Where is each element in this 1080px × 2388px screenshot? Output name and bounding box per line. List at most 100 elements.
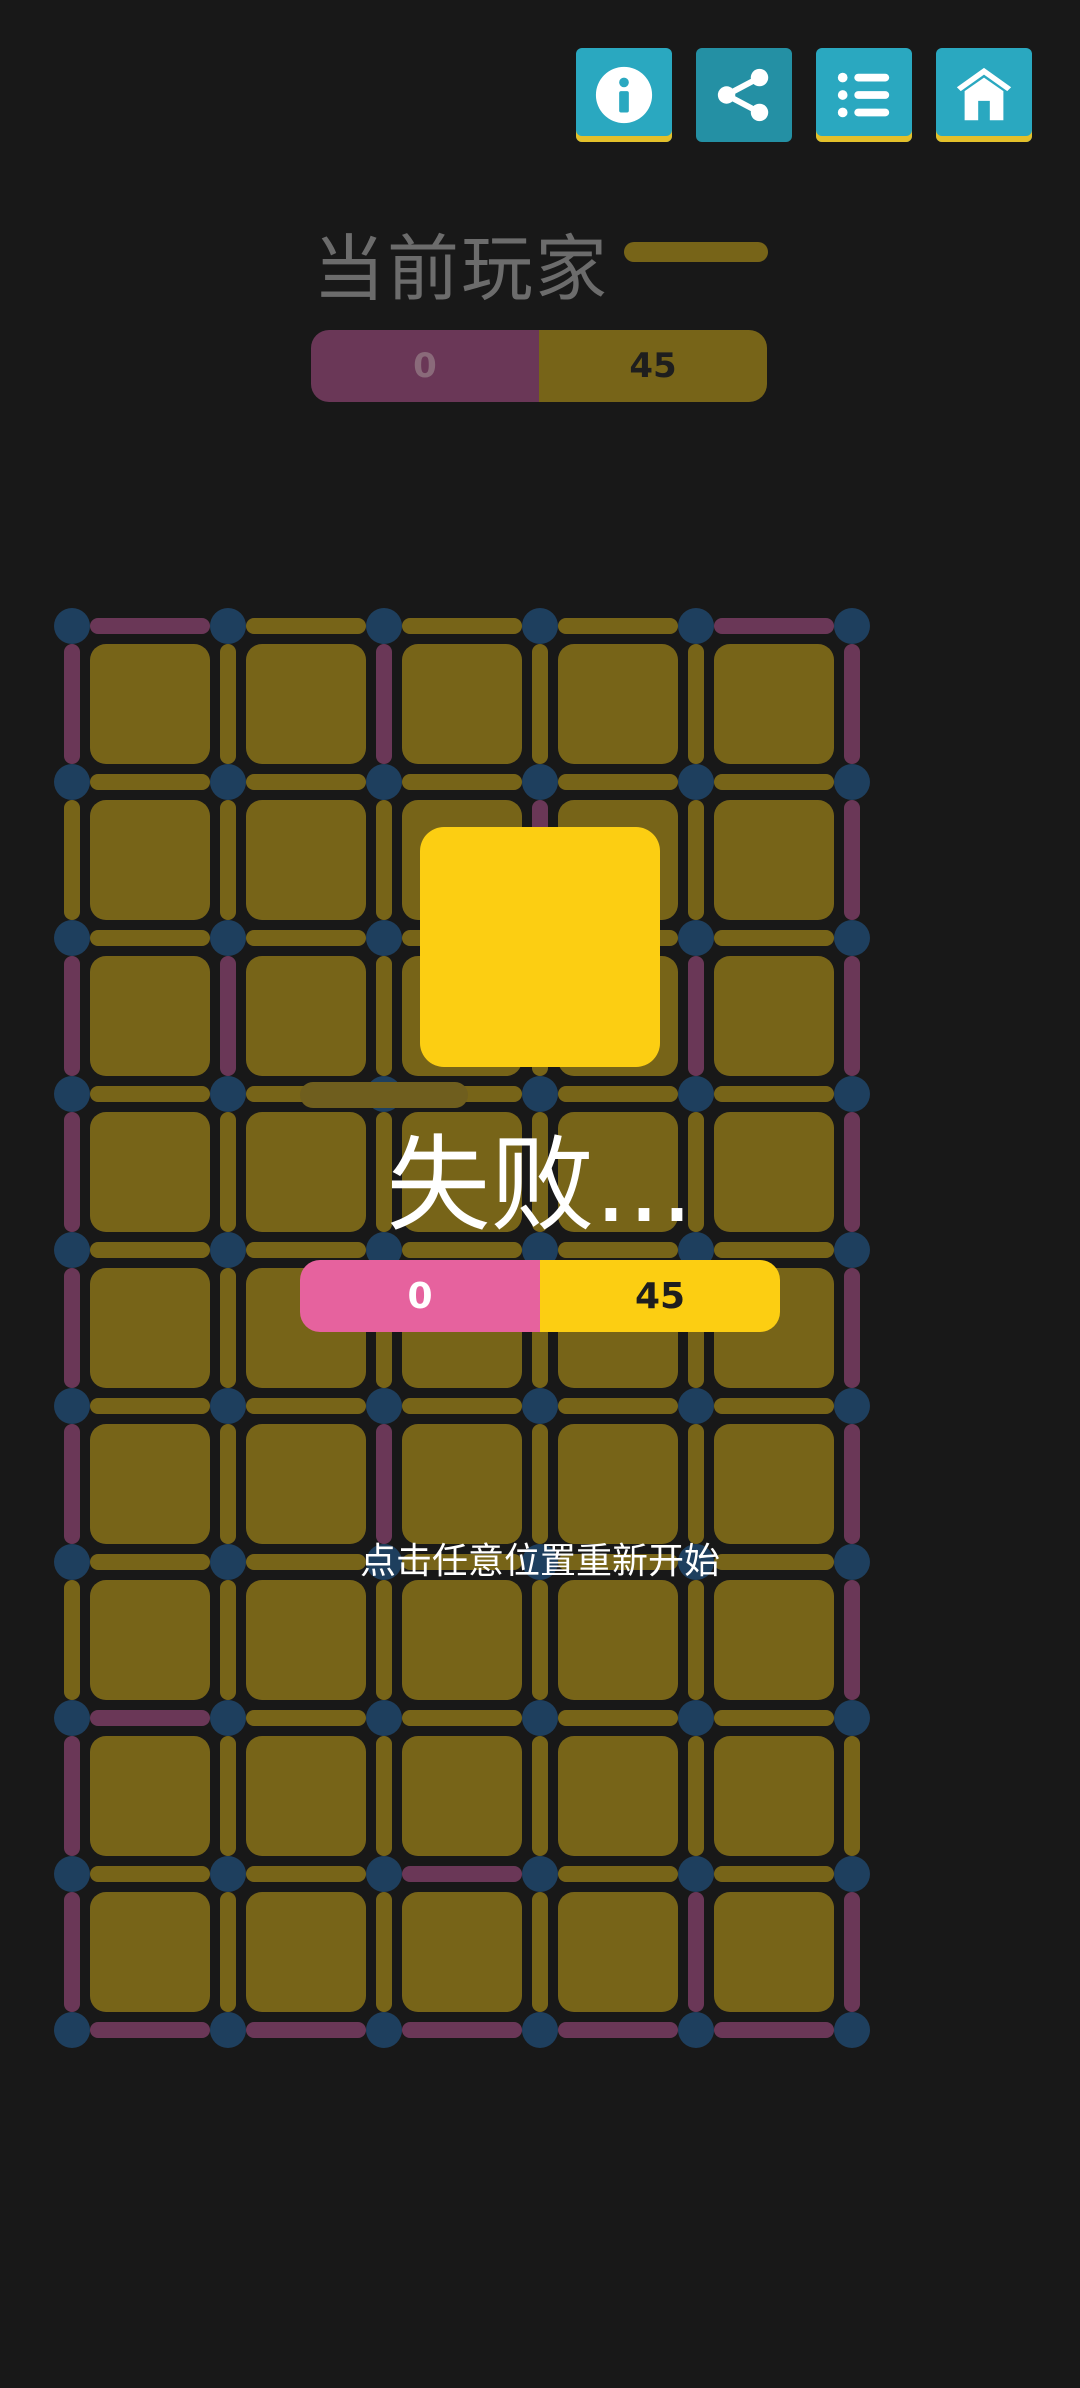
board-vertical-line[interactable] xyxy=(376,1736,392,1856)
board-horizontal-line[interactable] xyxy=(714,618,834,634)
home-button[interactable] xyxy=(936,48,1032,142)
board-vertical-line[interactable] xyxy=(844,956,860,1076)
board-vertical-line[interactable] xyxy=(64,1424,80,1544)
board-vertical-line[interactable] xyxy=(376,1580,392,1700)
board-vertical-line[interactable] xyxy=(220,1736,236,1856)
board-horizontal-line[interactable] xyxy=(402,1710,522,1726)
board-vertical-line[interactable] xyxy=(688,1892,704,2012)
board-vertical-line[interactable] xyxy=(376,1424,392,1544)
board-vertical-line[interactable] xyxy=(844,800,860,920)
board-horizontal-line[interactable] xyxy=(90,618,210,634)
board-vertical-line[interactable] xyxy=(844,1892,860,2012)
board-cell[interactable] xyxy=(90,956,210,1076)
board-vertical-line[interactable] xyxy=(844,644,860,764)
board-horizontal-line[interactable] xyxy=(90,930,210,946)
board-cell[interactable] xyxy=(246,1736,366,1856)
board-cell[interactable] xyxy=(90,1736,210,1856)
board-horizontal-line[interactable] xyxy=(558,1866,678,1882)
board-cell[interactable] xyxy=(558,1580,678,1700)
restart-hint[interactable]: 点击任意位置重新开始 xyxy=(0,1532,1080,1584)
board-horizontal-line[interactable] xyxy=(90,1398,210,1414)
board-horizontal-line[interactable] xyxy=(246,1710,366,1726)
board-cell[interactable] xyxy=(714,800,834,920)
board-vertical-line[interactable] xyxy=(220,956,236,1076)
board-cell[interactable] xyxy=(558,1892,678,2012)
board-vertical-line[interactable] xyxy=(64,1736,80,1856)
board-vertical-line[interactable] xyxy=(688,800,704,920)
board-cell[interactable] xyxy=(714,1580,834,1700)
board-vertical-line[interactable] xyxy=(532,1892,548,2012)
board-vertical-line[interactable] xyxy=(376,800,392,920)
board-cell[interactable] xyxy=(90,1892,210,2012)
board-horizontal-line[interactable] xyxy=(90,2022,210,2038)
board-vertical-line[interactable] xyxy=(532,1736,548,1856)
board-cell[interactable] xyxy=(402,1736,522,1856)
board-horizontal-line[interactable] xyxy=(246,930,366,946)
board-vertical-line[interactable] xyxy=(220,1580,236,1700)
board-cell[interactable] xyxy=(714,1424,834,1544)
board-cell[interactable] xyxy=(714,956,834,1076)
board-vertical-line[interactable] xyxy=(688,1580,704,1700)
board-cell[interactable] xyxy=(90,1424,210,1544)
board-horizontal-line[interactable] xyxy=(246,618,366,634)
board-horizontal-line[interactable] xyxy=(402,618,522,634)
board-horizontal-line[interactable] xyxy=(714,930,834,946)
board-horizontal-line[interactable] xyxy=(402,1398,522,1414)
board-horizontal-line[interactable] xyxy=(402,774,522,790)
board-vertical-line[interactable] xyxy=(844,1736,860,1856)
board-horizontal-line[interactable] xyxy=(558,774,678,790)
board-horizontal-line[interactable] xyxy=(90,1710,210,1726)
board-vertical-line[interactable] xyxy=(64,956,80,1076)
board-vertical-line[interactable] xyxy=(64,644,80,764)
board-cell[interactable] xyxy=(558,1736,678,1856)
board-cell[interactable] xyxy=(246,956,366,1076)
board-cell[interactable] xyxy=(402,1892,522,2012)
board-vertical-line[interactable] xyxy=(844,1268,860,1388)
board-cell[interactable] xyxy=(246,1580,366,1700)
board-horizontal-line[interactable] xyxy=(714,1710,834,1726)
board-horizontal-line[interactable] xyxy=(714,774,834,790)
board-vertical-line[interactable] xyxy=(220,644,236,764)
board-cell[interactable] xyxy=(246,800,366,920)
board-horizontal-line[interactable] xyxy=(246,2022,366,2038)
board-horizontal-line[interactable] xyxy=(558,618,678,634)
board-vertical-line[interactable] xyxy=(532,644,548,764)
board-vertical-line[interactable] xyxy=(844,1580,860,1700)
list-button[interactable] xyxy=(816,48,912,142)
board-vertical-line[interactable] xyxy=(532,1424,548,1544)
board-cell[interactable] xyxy=(90,1268,210,1388)
board-horizontal-line[interactable] xyxy=(558,1398,678,1414)
board-vertical-line[interactable] xyxy=(220,800,236,920)
board-vertical-line[interactable] xyxy=(64,1892,80,2012)
board-cell[interactable] xyxy=(246,644,366,764)
board-cell[interactable] xyxy=(402,1424,522,1544)
board-cell[interactable] xyxy=(714,1736,834,1856)
board-cell[interactable] xyxy=(714,1892,834,2012)
board-vertical-line[interactable] xyxy=(688,1424,704,1544)
board-cell[interactable] xyxy=(558,1424,678,1544)
board-cell[interactable] xyxy=(558,644,678,764)
board-cell[interactable] xyxy=(90,800,210,920)
board-vertical-line[interactable] xyxy=(220,1424,236,1544)
board-horizontal-line[interactable] xyxy=(402,2022,522,2038)
board-cell[interactable] xyxy=(90,644,210,764)
board-horizontal-line[interactable] xyxy=(558,2022,678,2038)
board-horizontal-line[interactable] xyxy=(246,774,366,790)
board-horizontal-line[interactable] xyxy=(90,1866,210,1882)
board-vertical-line[interactable] xyxy=(688,644,704,764)
board-horizontal-line[interactable] xyxy=(246,1866,366,1882)
board-horizontal-line[interactable] xyxy=(402,1866,522,1882)
info-button[interactable] xyxy=(576,48,672,142)
board-cell[interactable] xyxy=(246,1424,366,1544)
board-horizontal-line[interactable] xyxy=(714,1866,834,1882)
board-cell[interactable] xyxy=(246,1892,366,2012)
board-vertical-line[interactable] xyxy=(220,1892,236,2012)
board-vertical-line[interactable] xyxy=(64,800,80,920)
board-horizontal-line[interactable] xyxy=(558,1710,678,1726)
board-horizontal-line[interactable] xyxy=(246,1398,366,1414)
board-vertical-line[interactable] xyxy=(64,1268,80,1388)
board-vertical-line[interactable] xyxy=(532,1580,548,1700)
board-horizontal-line[interactable] xyxy=(714,1398,834,1414)
board-vertical-line[interactable] xyxy=(220,1268,236,1388)
board-vertical-line[interactable] xyxy=(688,1736,704,1856)
